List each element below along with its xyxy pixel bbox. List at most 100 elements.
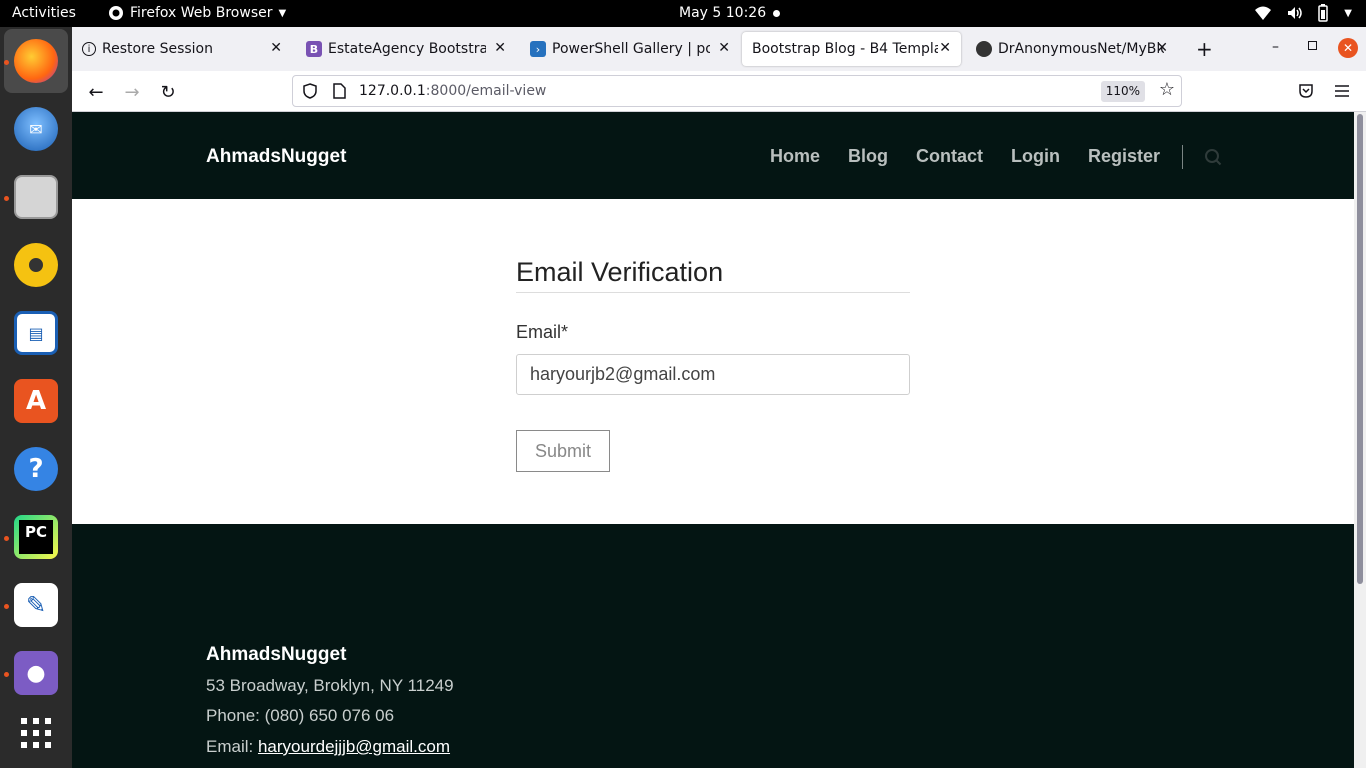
- close-tab-icon[interactable]: ✕: [939, 40, 951, 56]
- tab-estateagency[interactable]: B EstateAgency Bootstrap ✕: [296, 32, 516, 66]
- submit-button[interactable]: Submit: [516, 430, 610, 472]
- site-footer: AhmadsNugget 53 Broadway, Broklyn, NY 11…: [72, 524, 1354, 768]
- close-tab-icon[interactable]: ✕: [1156, 40, 1168, 56]
- github-icon: [976, 41, 992, 57]
- footer-email: Email: haryourdejjjb@gmail.com: [206, 737, 450, 757]
- forward-button[interactable]: →: [121, 81, 143, 103]
- close-window-button[interactable]: ✕: [1338, 38, 1358, 58]
- dock-pycharm[interactable]: PC: [4, 505, 68, 569]
- site-header: AhmadsNugget Home Blog Contact Login Reg…: [72, 112, 1354, 199]
- tab-restore-session[interactable]: i Restore Session ✕: [72, 32, 292, 66]
- close-tab-icon[interactable]: ✕: [494, 40, 506, 56]
- help-icon: ?: [14, 447, 58, 491]
- battery-icon: [1318, 4, 1329, 22]
- nav-contact[interactable]: Contact: [916, 146, 983, 167]
- page-scrollbar[interactable]: [1354, 112, 1366, 768]
- menu-icon[interactable]: [1334, 84, 1350, 98]
- document-icon: ▤: [14, 311, 58, 355]
- bootstrap-icon: B: [306, 41, 322, 57]
- email-field[interactable]: haryourjb2@gmail.com: [516, 354, 910, 395]
- running-indicator: [4, 672, 9, 677]
- nav-blog[interactable]: Blog: [848, 146, 888, 167]
- navigation-toolbar: ← → ↻ 127.0.0.1:8000/email-view 110% ☆: [72, 71, 1366, 112]
- site-brand[interactable]: AhmadsNugget: [206, 146, 346, 168]
- nav-register[interactable]: Register: [1088, 146, 1160, 167]
- firefox-icon: [14, 39, 58, 83]
- tab-bootstrap-blog[interactable]: Bootstrap Blog - B4 Templat ✕: [742, 32, 961, 66]
- footer-email-link[interactable]: haryourdejjjb@gmail.com: [258, 737, 450, 756]
- github-icon: ●: [14, 651, 58, 695]
- pycharm-icon: PC: [14, 515, 58, 559]
- dock-firefox[interactable]: [4, 29, 68, 93]
- show-apps-button[interactable]: [4, 701, 68, 765]
- bookmark-star-icon[interactable]: ☆: [1159, 79, 1175, 100]
- running-indicator: [4, 604, 9, 609]
- running-indicator: [4, 196, 9, 201]
- app-menu[interactable]: Firefox Web Browser ▼: [108, 5, 286, 21]
- url-host: 127.0.0.1: [359, 83, 426, 99]
- info-icon: i: [82, 42, 96, 56]
- minimize-button[interactable]: –: [1272, 39, 1279, 55]
- back-button[interactable]: ←: [85, 81, 107, 103]
- main-content: Email Verification Email* haryourjb2@gma…: [72, 199, 1354, 524]
- footer-email-prefix: Email:: [206, 737, 258, 756]
- chevron-down-icon: ▼: [1344, 7, 1352, 19]
- close-tab-icon[interactable]: ✕: [270, 40, 282, 56]
- notification-dot: [773, 10, 780, 17]
- pocket-icon[interactable]: [1298, 83, 1314, 99]
- web-page: AhmadsNugget Home Blog Contact Login Reg…: [72, 112, 1354, 768]
- dock-app-center[interactable]: A: [4, 369, 68, 433]
- tab-label: DrAnonymousNet/MyBlo: [998, 41, 1164, 57]
- dock-text-editor[interactable]: ✎: [4, 573, 68, 637]
- nav-login[interactable]: Login: [1011, 146, 1060, 167]
- dock: ✉ ▤ A ? PC ✎ ●: [0, 27, 72, 768]
- wifi-icon: [1255, 6, 1272, 20]
- zoom-level[interactable]: 110%: [1100, 81, 1145, 102]
- site-nav: Home Blog Contact Login Register: [770, 146, 1188, 167]
- tab-label: Restore Session: [102, 41, 213, 57]
- app-center-icon: A: [14, 379, 58, 423]
- page-icon: [333, 83, 346, 99]
- tab-label: Bootstrap Blog - B4 Templat: [752, 41, 938, 57]
- system-top-bar: Activities Firefox Web Browser ▼ May 5 1…: [0, 0, 1366, 27]
- tab-bar: i Restore Session ✕ B EstateAgency Boots…: [72, 27, 1366, 71]
- url-bar[interactable]: 127.0.0.1:8000/email-view 110% ☆: [292, 75, 1182, 107]
- nav-home[interactable]: Home: [770, 146, 820, 167]
- rhythmbox-icon: [14, 243, 58, 287]
- app-menu-label: Firefox Web Browser: [130, 5, 273, 21]
- title-divider: [516, 292, 910, 293]
- activities-button[interactable]: Activities: [12, 5, 76, 21]
- chevron-down-icon: ▼: [278, 7, 287, 19]
- dock-files[interactable]: [4, 165, 68, 229]
- scrollbar-thumb[interactable]: [1357, 114, 1363, 584]
- dock-libreoffice-impress[interactable]: ▤: [4, 301, 68, 365]
- tab-powershell-gallery[interactable]: › PowerShell Gallery | posh ✕: [520, 32, 740, 66]
- new-tab-button[interactable]: +: [1196, 37, 1213, 61]
- tab-label: EstateAgency Bootstrap: [328, 41, 486, 57]
- dock-help[interactable]: ?: [4, 437, 68, 501]
- page-title: Email Verification: [516, 257, 724, 287]
- dock-thunderbird[interactable]: ✉: [4, 97, 68, 161]
- system-tray[interactable]: ▼: [1254, 4, 1352, 22]
- restore-button[interactable]: [1308, 41, 1317, 50]
- footer-phone: Phone: (080) 650 076 06: [206, 706, 395, 725]
- tab-github-myblog[interactable]: DrAnonymousNet/MyBlo ✕: [966, 32, 1178, 66]
- shield-icon: [303, 83, 317, 99]
- thunderbird-icon: ✉: [14, 107, 58, 151]
- running-indicator: [4, 60, 9, 65]
- dock-github-desktop[interactable]: ●: [4, 641, 68, 705]
- footer-address: 53 Broadway, Broklyn, NY 11249: [206, 676, 454, 695]
- reload-button[interactable]: ↻: [157, 81, 179, 103]
- close-tab-icon[interactable]: ✕: [718, 40, 730, 56]
- nav-divider: [1182, 145, 1183, 169]
- search-icon[interactable]: [1204, 148, 1222, 166]
- email-label: Email*: [516, 322, 569, 342]
- footer-brand: AhmadsNugget: [206, 644, 347, 665]
- volume-icon: [1288, 7, 1303, 19]
- powershell-icon: ›: [530, 41, 546, 57]
- clock[interactable]: May 5 10:26: [679, 5, 766, 21]
- folder-icon: [14, 175, 58, 219]
- running-indicator: [4, 536, 9, 541]
- tab-label: PowerShell Gallery | posh: [552, 41, 710, 57]
- dock-rhythmbox[interactable]: [4, 233, 68, 297]
